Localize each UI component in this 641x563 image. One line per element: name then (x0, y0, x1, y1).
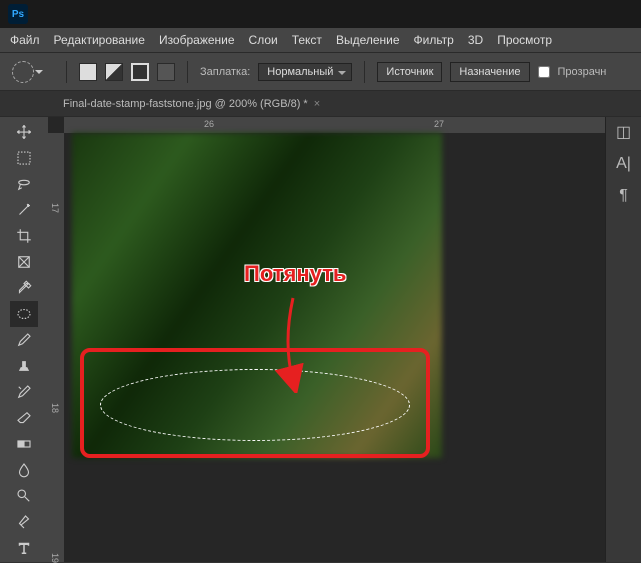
ruler-tick: 26 (204, 119, 214, 129)
titlebar: Ps (0, 0, 641, 28)
divider (66, 61, 67, 83)
selection-intersect-icon[interactable] (157, 63, 175, 81)
annotation-arrow-icon (268, 293, 318, 393)
selection-subtract-icon[interactable] (131, 63, 149, 81)
menu-edit[interactable]: Редактирование (54, 33, 145, 47)
ruler-vertical: 17 18 19 (48, 133, 64, 562)
eyedropper-tool[interactable] (10, 275, 38, 301)
collapsed-panels: ◫ A| ¶ (605, 117, 641, 562)
destination-button[interactable]: Назначение (450, 62, 529, 82)
magic-wand-tool[interactable] (10, 197, 38, 223)
eraser-tool[interactable] (10, 405, 38, 431)
workspace: 26 27 17 18 19 Потянуть ◫ A| ¶ (0, 117, 641, 562)
lasso-tool[interactable] (10, 171, 38, 197)
histogram-panel-icon[interactable]: ◫ (615, 123, 633, 141)
document-tab[interactable]: Final-date-stamp-faststone.jpg @ 200% (R… (55, 98, 328, 110)
menu-filter[interactable]: Фильтр (414, 33, 454, 47)
selection-new-icon[interactable] (79, 63, 97, 81)
crop-tool[interactable] (10, 223, 38, 249)
menu-file[interactable]: Файл (10, 33, 40, 47)
ruler-tick: 17 (50, 203, 60, 213)
blur-tool[interactable] (10, 457, 38, 483)
patch-label: Заплатка: (200, 66, 250, 78)
character-panel-icon[interactable]: A| (615, 155, 633, 173)
menu-select[interactable]: Выделение (336, 33, 400, 47)
toolbox (0, 117, 48, 562)
menu-layer[interactable]: Слои (249, 33, 278, 47)
menubar: Файл Редактирование Изображение Слои Тек… (0, 28, 641, 53)
clone-stamp-tool[interactable] (10, 353, 38, 379)
ruler-tick: 27 (434, 119, 444, 129)
document-tabbar: Final-date-stamp-faststone.jpg @ 200% (R… (0, 91, 641, 117)
history-brush-tool[interactable] (10, 379, 38, 405)
brush-tool[interactable] (10, 327, 38, 353)
tool-preset-picker[interactable] (12, 61, 34, 83)
ruler-tick: 18 (50, 403, 60, 413)
frame-tool[interactable] (10, 249, 38, 275)
menu-type[interactable]: Текст (292, 33, 322, 47)
selection-add-icon[interactable] (105, 63, 123, 81)
menu-3d[interactable]: 3D (468, 33, 483, 47)
marquee-tool[interactable] (10, 145, 38, 171)
gradient-tool[interactable] (10, 431, 38, 457)
document-tab-title: Final-date-stamp-faststone.jpg @ 200% (R… (63, 98, 308, 110)
transparent-checkbox[interactable] (538, 66, 550, 78)
pen-tool[interactable] (10, 509, 38, 535)
divider (187, 61, 188, 83)
canvas-area[interactable]: 26 27 17 18 19 Потянуть (48, 117, 605, 562)
divider (364, 61, 365, 83)
ps-logo-icon: Ps (8, 4, 28, 24)
source-button[interactable]: Источник (377, 62, 442, 82)
patch-mode-dropdown[interactable]: Нормальный (258, 63, 352, 81)
paragraph-panel-icon[interactable]: ¶ (615, 187, 633, 205)
move-tool[interactable] (10, 119, 38, 145)
patch-tool[interactable] (10, 301, 38, 327)
close-icon[interactable]: × (314, 98, 320, 110)
dodge-tool[interactable] (10, 483, 38, 509)
type-tool[interactable] (10, 535, 38, 561)
transparent-label: Прозрачн (558, 66, 607, 78)
menu-view[interactable]: Просмотр (497, 33, 552, 47)
annotation-highlight-box (80, 348, 430, 458)
annotation-text: Потянуть (244, 261, 346, 287)
options-bar: Заплатка: Нормальный Источник Назначение… (0, 53, 641, 91)
ruler-horizontal: 26 27 (64, 117, 605, 133)
menu-image[interactable]: Изображение (159, 33, 235, 47)
